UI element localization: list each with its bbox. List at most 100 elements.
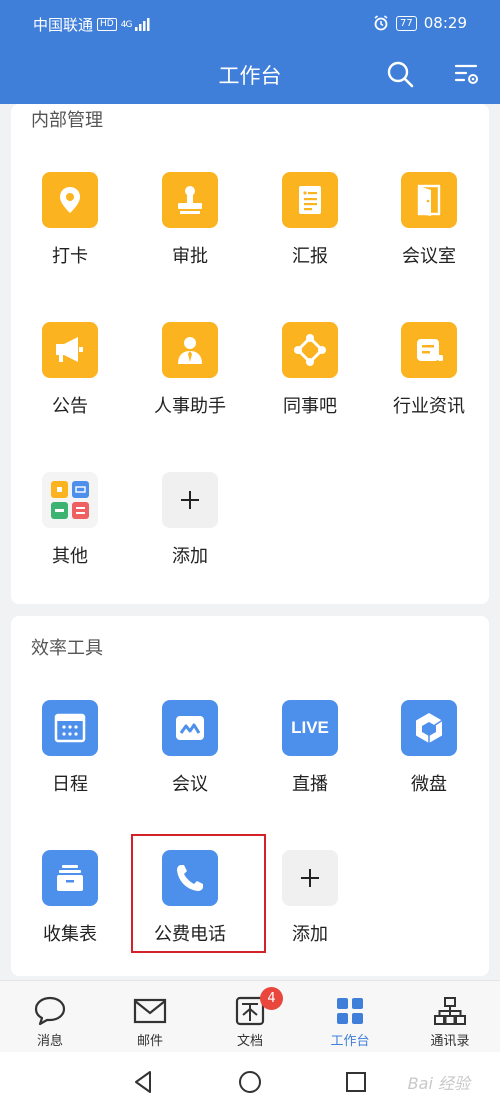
section-title: 内部管理 (31, 110, 103, 131)
network-nodes-icon (294, 334, 326, 366)
app-check-in[interactable]: 打卡 (20, 172, 120, 268)
tab-docs[interactable]: 文档 4 (200, 981, 300, 1053)
app-label: 直播 (292, 774, 328, 795)
megaphone-icon (56, 337, 83, 362)
home-icon (239, 1071, 261, 1093)
app-label: 打卡 (52, 246, 88, 267)
app-industry-news[interactable]: 行业资讯 (379, 322, 479, 418)
app-micro-disk[interactable]: 微盘 (379, 700, 479, 796)
tab-label: 工作台 (330, 1034, 370, 1049)
tab-icon-wrap (333, 994, 367, 1028)
location-pin-icon (60, 187, 80, 213)
list-settings-icon (454, 64, 478, 84)
app-collection-form[interactable]: 收集表 (20, 850, 120, 946)
org-chart-icon (434, 997, 466, 1025)
app-icon-bg (401, 322, 457, 378)
app-icon-bg (162, 472, 218, 528)
app-label: 同事吧 (283, 396, 337, 417)
app-report[interactable]: 汇报 (260, 172, 360, 268)
clock: 08:29 (423, 14, 467, 32)
news-icon (417, 339, 443, 361)
app-icon-bg (162, 172, 218, 228)
tab-icon-wrap (433, 994, 467, 1028)
app-schedule[interactable]: 日程 (20, 700, 120, 796)
tab-messages[interactable]: 消息 (0, 981, 100, 1053)
cloud-disk-icon (416, 713, 443, 743)
alarm-icon (374, 15, 388, 31)
back-button[interactable] (130, 1068, 158, 1096)
app-icon-bg: LIVE (282, 700, 338, 756)
app-label: 公告 (52, 396, 88, 417)
carrier: 中国联通 (33, 16, 94, 34)
back-icon (135, 1071, 151, 1093)
app-icon-bg (162, 700, 218, 756)
tab-label: 邮件 (136, 1034, 163, 1049)
hd-badge: HD (97, 18, 117, 31)
status-bar: 中国联通 HD 4G 77 08:29 (0, 0, 500, 46)
watermark: Bai 经验 (407, 1074, 470, 1093)
app-icon-bg (282, 322, 338, 378)
search-button[interactable] (384, 58, 416, 90)
live-icon: LIVE (291, 718, 329, 737)
app-label: 审批 (172, 246, 208, 267)
grid-icon (337, 998, 363, 1024)
app-grid-icon (51, 481, 89, 519)
document-icon (299, 186, 321, 214)
app-label: 添加 (172, 546, 208, 567)
tab-label: 消息 (36, 1034, 63, 1049)
stack-form-icon (57, 865, 83, 891)
app-icon-bg (42, 472, 98, 528)
app-label: 汇报 (292, 246, 328, 267)
section-internal-management: 内部管理 打卡 审批 汇报 会议室 公告 人事助手 同事吧 行业资讯 其他 添加 (11, 104, 489, 604)
app-label: 日程 (52, 774, 88, 795)
app-icon-bg (42, 322, 98, 378)
person-tie-icon (178, 337, 202, 364)
door-icon (417, 184, 441, 216)
app-approval[interactable]: 审批 (140, 172, 240, 268)
app-announcement[interactable]: 公告 (20, 322, 120, 418)
plus-icon (301, 869, 319, 887)
app-icon-bg (282, 172, 338, 228)
signal-icon (135, 18, 150, 31)
app-meeting[interactable]: 会议 (140, 700, 240, 796)
unread-badge: 4 (260, 987, 283, 1010)
app-label: 收集表 (43, 924, 97, 945)
tab-label: 文档 (236, 1034, 263, 1049)
app-label: 人事助手 (154, 396, 226, 417)
add-tool-button[interactable]: 添加 (260, 850, 360, 946)
app-label: 会议室 (402, 246, 456, 267)
app-label: 添加 (292, 924, 328, 945)
meeting-icon (176, 716, 204, 740)
app-icon-bg (42, 700, 98, 756)
app-live[interactable]: LIVE 直播 (260, 700, 360, 796)
recent-apps-button[interactable] (342, 1068, 370, 1096)
app-icon-bg (42, 172, 98, 228)
app-icon-bg (282, 850, 338, 906)
page-title: 工作台 (218, 64, 282, 88)
tab-label: 通讯录 (430, 1034, 470, 1049)
home-button[interactable] (236, 1068, 264, 1096)
mail-icon (133, 998, 167, 1024)
settings-button[interactable] (451, 58, 483, 90)
network-type: 4G (120, 19, 133, 30)
add-app-button[interactable]: 添加 (140, 472, 240, 568)
system-nav-bar: Bai 经验 (0, 1052, 500, 1111)
app-hr-assistant[interactable]: 人事助手 (140, 322, 240, 418)
app-colleague-circle[interactable]: 同事吧 (260, 322, 360, 418)
app-icon-bg (42, 850, 98, 906)
app-others[interactable]: 其他 (20, 472, 120, 568)
highlight-box (131, 834, 266, 953)
tab-icon-wrap (33, 994, 67, 1028)
tab-contacts[interactable]: 通讯录 (400, 981, 500, 1053)
calendar-icon (54, 713, 86, 743)
status-right: 77 08:29 (373, 14, 467, 32)
app-header: 工作台 (0, 46, 500, 104)
status-left: 中国联通 HD 4G (33, 14, 151, 35)
tab-mail[interactable]: 邮件 (100, 981, 200, 1053)
app-label: 行业资讯 (393, 396, 465, 417)
chat-bubble-icon (34, 996, 66, 1026)
recent-apps-icon (346, 1072, 366, 1092)
tab-workbench[interactable]: 工作台 (300, 981, 400, 1053)
app-meeting-room[interactable]: 会议室 (379, 172, 479, 268)
app-icon-bg (401, 172, 457, 228)
